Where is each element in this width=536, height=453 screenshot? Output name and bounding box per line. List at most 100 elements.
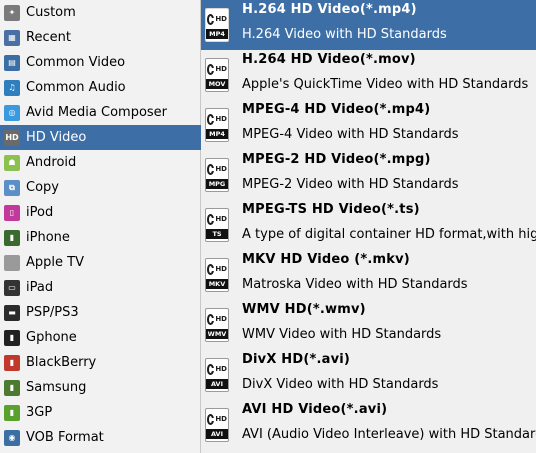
category-item[interactable]: HD HD Video — [0, 125, 201, 150]
gphone-icon: ▮ — [4, 329, 20, 346]
format-title: H.264 HD Video(*.mp4) — [242, 2, 417, 17]
blackberry-icon: ▮ — [4, 354, 20, 371]
iphone-icon: ▮ — [4, 229, 20, 246]
category-item[interactable]: ⧉ Copy — [0, 175, 201, 200]
format-item[interactable]: HD MP4 H.264 HD Video(*.mp4) H.264 Video wi… — [201, 0, 536, 50]
category-item[interactable]: ▮ Samsung — [0, 375, 201, 400]
format-extension-label: MPG — [206, 179, 228, 189]
category-item[interactable]: ✦ Custom — [0, 0, 201, 25]
category-label: iPhone — [26, 230, 70, 245]
category-label: Common Audio — [26, 80, 126, 95]
vob-disc-icon: ◉ — [4, 429, 20, 446]
hd-format-icon: HD AVI — [205, 358, 229, 392]
format-item[interactable]: HD WMV WMV HD(*.wmv) WMV Video with HD Stan… — [201, 300, 536, 350]
copy-disc-icon: ⧉ — [4, 179, 20, 196]
category-label: iPod — [26, 205, 54, 220]
format-extension-label: AVI — [206, 379, 228, 389]
category-label: Avid Media Composer — [26, 105, 168, 120]
category-item[interactable]: ☗ Android — [0, 150, 201, 175]
hd-format-icon: HD MP4 — [205, 108, 229, 142]
category-item[interactable]: ▤ Common Video — [0, 50, 201, 75]
format-description: H.264 Video with HD Standards — [242, 27, 447, 42]
category-item[interactable]: ▦ Recent — [0, 25, 201, 50]
hd-format-icon: HD MOV — [205, 58, 229, 92]
format-description: MPEG-4 Video with HD Standards — [242, 127, 459, 142]
ipod-icon: ▯ — [4, 204, 20, 221]
format-description: AVI (Audio Video Interleave) with HD Sta… — [242, 427, 536, 442]
format-title: MKV HD Video (*.mkv) — [242, 252, 410, 267]
avid-logo-icon: ◎ — [4, 104, 20, 121]
format-description: Apple's QuickTime Video with HD Standard… — [242, 77, 529, 92]
format-title: MPEG-2 HD Video(*.mpg) — [242, 152, 431, 167]
category-label: Android — [26, 155, 77, 170]
format-extension-label: TS — [206, 229, 228, 239]
format-item[interactable]: HD MPG MPEG-2 HD Video(*.mpg) MPEG-2 Video … — [201, 150, 536, 200]
format-item[interactable]: HD MP4 MPEG-4 HD Video(*.mp4) MPEG-4 Video … — [201, 100, 536, 150]
category-label: Gphone — [26, 330, 77, 345]
star-wrench-icon: ✦ — [4, 4, 20, 21]
recent-grid-icon: ▦ — [4, 29, 20, 46]
psp-console-icon: ▬ — [4, 304, 20, 321]
film-strip-icon: ▤ — [4, 54, 20, 71]
format-item[interactable]: HD MOV H.264 HD Video(*.mov) Apple's QuickT… — [201, 50, 536, 100]
format-title: DivX HD(*.avi) — [242, 352, 351, 367]
category-item[interactable]: Apple TV — [0, 250, 201, 275]
category-item[interactable]: ◎ Avid Media Composer — [0, 100, 201, 125]
hd-format-icon: HD MP4 — [205, 8, 229, 42]
format-extension-label: MP4 — [206, 29, 228, 39]
ipad-icon: ▭ — [4, 279, 20, 296]
format-extension-label: MOV — [206, 79, 228, 89]
category-label: 3GP — [26, 405, 53, 420]
format-description: DivX Video with HD Standards — [242, 377, 439, 392]
format-item[interactable]: HD AVI DivX HD(*.avi) DivX Video with HD St… — [201, 350, 536, 400]
format-title: MPEG-4 HD Video(*.mp4) — [242, 102, 431, 117]
samsung-phone-icon: ▮ — [4, 379, 20, 396]
hd-format-icon: HD AVI — [205, 408, 229, 442]
format-title: WMV HD(*.wmv) — [242, 302, 366, 317]
format-description: MPEG-2 Video with HD Standards — [242, 177, 459, 192]
category-item[interactable]: ♫ Common Audio — [0, 75, 201, 100]
format-extension-label: MP4 — [206, 129, 228, 139]
category-label: Common Video — [26, 55, 126, 70]
category-label: Apple TV — [26, 255, 84, 270]
category-label: Samsung — [26, 380, 87, 395]
category-item[interactable]: ▯ iPod — [0, 200, 201, 225]
format-item[interactable]: HD MKV MKV HD Video (*.mkv) Matroska Video … — [201, 250, 536, 300]
format-extension-label: MKV — [206, 279, 228, 289]
hd-format-icon: HD TS — [205, 208, 229, 242]
format-title: AVI HD Video(*.avi) — [242, 402, 388, 417]
android-robot-icon: ☗ — [4, 154, 20, 171]
headphones-icon: ♫ — [4, 79, 20, 96]
category-item[interactable]: ▮ Gphone — [0, 325, 201, 350]
category-item[interactable]: ▮ iPhone — [0, 225, 201, 250]
category-label: iPad — [26, 280, 54, 295]
category-item[interactable]: ◉ VOB Format — [0, 425, 201, 450]
category-label: VOB Format — [26, 430, 104, 445]
hd-badge-icon: HD — [4, 129, 20, 146]
category-item[interactable]: ▮ BlackBerry — [0, 350, 201, 375]
format-list: HD MP4 H.264 HD Video(*.mp4) H.264 Video wi… — [201, 0, 536, 453]
hd-format-icon: HD MKV — [205, 258, 229, 292]
format-extension-label: WMV — [206, 329, 228, 339]
apple-logo-icon — [4, 254, 20, 271]
category-item[interactable]: ▬ PSP/PS3 — [0, 300, 201, 325]
category-item[interactable]: ▭ iPad — [0, 275, 201, 300]
category-label: BlackBerry — [26, 355, 97, 370]
hd-format-icon: HD MPG — [205, 158, 229, 192]
format-extension-label: AVI — [206, 429, 228, 439]
format-description: Matroska Video with HD Standards — [242, 277, 468, 292]
category-label: Custom — [26, 5, 76, 20]
format-description: WMV Video with HD Standards — [242, 327, 442, 342]
format-item[interactable]: HD TS MPEG-TS HD Video(*.ts) A type of digi… — [201, 200, 536, 250]
format-description: A type of digital container HD format,wi… — [242, 227, 536, 242]
category-label: Recent — [26, 30, 71, 45]
category-label: Copy — [26, 180, 59, 195]
category-label: HD Video — [26, 130, 87, 145]
category-sidebar: ✦ Custom ▦ Recent ▤ Common Video ♫ Common Audio… — [0, 0, 201, 453]
format-title: MPEG-TS HD Video(*.ts) — [242, 202, 420, 217]
hd-format-icon: HD WMV — [205, 308, 229, 342]
format-title: H.264 HD Video(*.mov) — [242, 52, 416, 67]
category-item[interactable]: ▮ 3GP — [0, 400, 201, 425]
format-item[interactable]: HD AVI AVI HD Video(*.avi) AVI (Audio Video… — [201, 400, 536, 450]
category-label: PSP/PS3 — [26, 305, 79, 320]
